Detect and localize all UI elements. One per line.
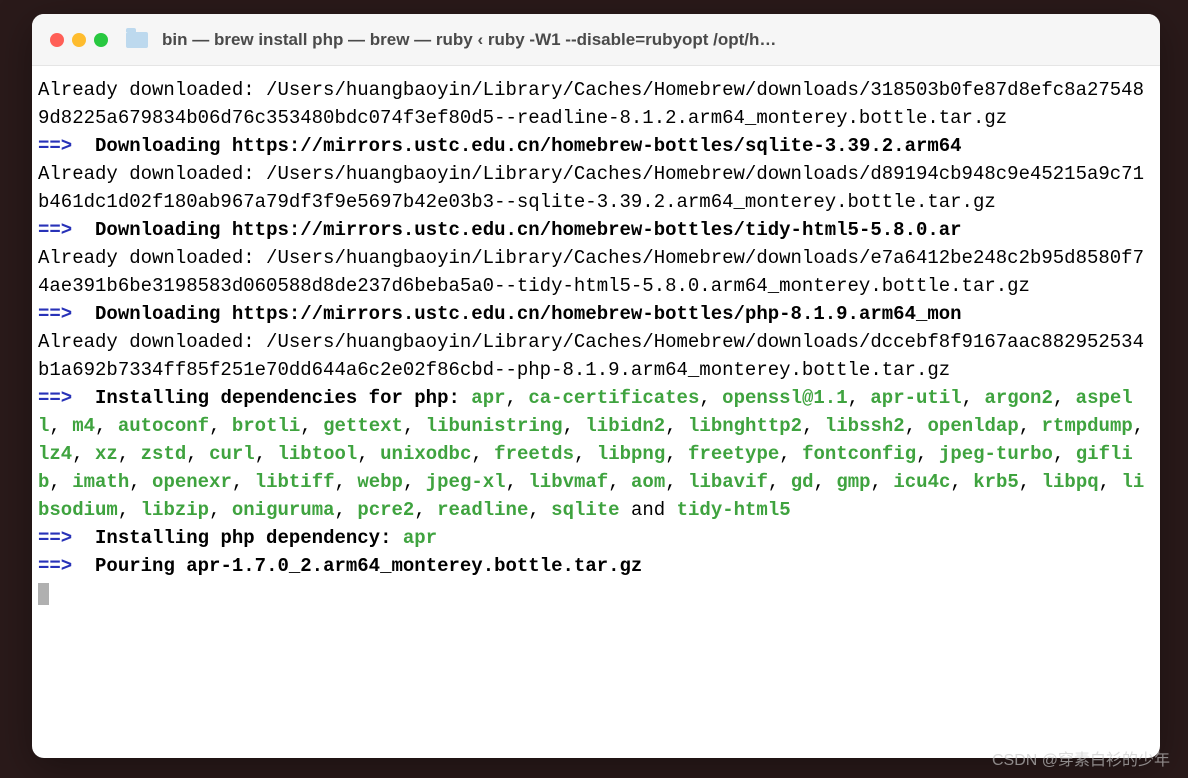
arrow-icon: ==> [38, 527, 72, 549]
dep-name: brotli [232, 415, 300, 437]
window-title: bin — brew install php — brew — ruby ‹ r… [162, 30, 1142, 50]
pouring-label: Pouring [95, 555, 186, 577]
dep-name: autoconf [118, 415, 209, 437]
dep-name: gd [791, 471, 814, 493]
maximize-icon[interactable] [94, 33, 108, 47]
arrow-icon: ==> [38, 303, 72, 325]
arrow-icon: ==> [38, 135, 72, 157]
install-one-name: apr [403, 527, 437, 549]
dep-name: libidn2 [585, 415, 665, 437]
dep-name: freetype [688, 443, 779, 465]
dep-name: gettext [323, 415, 403, 437]
already-label: Already downloaded: [38, 331, 266, 353]
dep-name: jpeg-turbo [939, 443, 1053, 465]
dep-name: jpeg-xl [426, 471, 506, 493]
downloading-label: Downloading [95, 135, 232, 157]
sqlite-url: https://mirrors.ustc.edu.cn/homebrew-bot… [232, 135, 962, 157]
dep-name: libnghttp2 [688, 415, 802, 437]
php-url: https://mirrors.ustc.edu.cn/homebrew-bot… [232, 303, 962, 325]
titlebar[interactable]: bin — brew install php — brew — ruby ‹ r… [32, 14, 1160, 66]
install-one-heading: Installing php dependency: [95, 527, 403, 549]
already-label: Already downloaded: [38, 79, 266, 101]
downloading-label: Downloading [95, 219, 232, 241]
watermark: CSDN @穿素白衫的少年 [992, 746, 1170, 770]
dep-name: gmp [836, 471, 870, 493]
close-icon[interactable] [50, 33, 64, 47]
dep-name: libtiff [255, 471, 335, 493]
dep-name: ca-certificates [528, 387, 699, 409]
dep-name: zstd [141, 443, 187, 465]
dep-name: libssh2 [825, 415, 905, 437]
dep-name: xz [95, 443, 118, 465]
dep-name: readline [437, 499, 528, 521]
cursor-icon [38, 583, 49, 605]
dep-name: m4 [72, 415, 95, 437]
dep-name: unixodbc [380, 443, 471, 465]
dep-name: tidy-html5 [677, 499, 791, 521]
dep-name: fontconfig [802, 443, 916, 465]
dep-name: openldap [928, 415, 1019, 437]
dep-name: sqlite [551, 499, 619, 521]
dep-name: pcre2 [357, 499, 414, 521]
terminal-output[interactable]: Already downloaded: /Users/huangbaoyin/L… [32, 66, 1160, 758]
arrow-icon: ==> [38, 555, 72, 577]
dep-name: lz4 [38, 443, 72, 465]
dep-name: libpng [597, 443, 665, 465]
traffic-lights [50, 33, 108, 47]
dep-name: apr-util [870, 387, 961, 409]
pouring-file: apr-1.7.0_2.arm64_monterey.bottle.tar.gz [186, 555, 642, 577]
arrow-icon: ==> [38, 219, 72, 241]
dep-name: imath [72, 471, 129, 493]
dep-name: icu4c [893, 471, 950, 493]
dep-name: apr [471, 387, 505, 409]
dep-name: krb5 [973, 471, 1019, 493]
dep-name: oniguruma [232, 499, 335, 521]
dep-name: libavif [688, 471, 768, 493]
tidy-url: https://mirrors.ustc.edu.cn/homebrew-bot… [232, 219, 962, 241]
dep-name: aom [631, 471, 665, 493]
already-label: Already downloaded: [38, 247, 266, 269]
dep-name: libvmaf [528, 471, 608, 493]
dep-name: freetds [494, 443, 574, 465]
arrow-icon: ==> [38, 387, 72, 409]
dep-name: libunistring [426, 415, 563, 437]
dep-name: rtmpdump [1042, 415, 1133, 437]
dep-name: libtool [278, 443, 358, 465]
downloading-label: Downloading [95, 303, 232, 325]
already-label: Already downloaded: [38, 163, 266, 185]
terminal-window: bin — brew install php — brew — ruby ‹ r… [32, 14, 1160, 758]
dep-name: curl [209, 443, 255, 465]
deps-heading: Installing dependencies for php: [95, 387, 471, 409]
folder-icon [126, 32, 148, 48]
dep-name: argon2 [984, 387, 1052, 409]
dep-name: openexr [152, 471, 232, 493]
dep-name: libzip [141, 499, 209, 521]
dep-name: openssl@1.1 [722, 387, 847, 409]
dep-name: webp [357, 471, 403, 493]
minimize-icon[interactable] [72, 33, 86, 47]
dep-name: libpq [1042, 471, 1099, 493]
